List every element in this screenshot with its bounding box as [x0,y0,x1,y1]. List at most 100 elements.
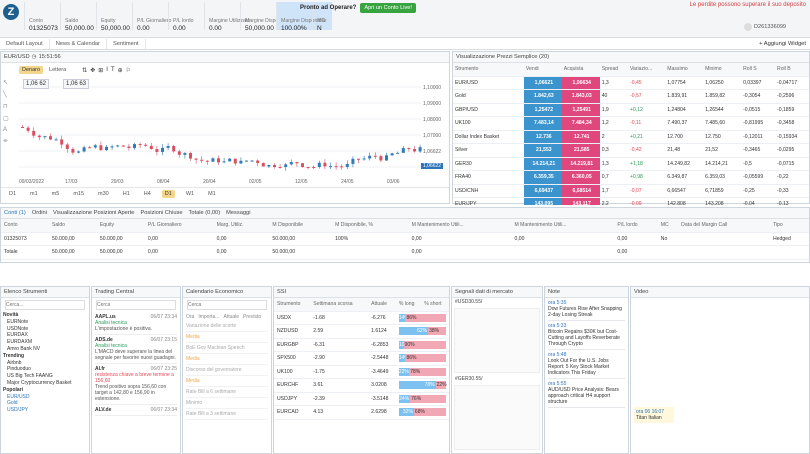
calendar-item[interactable]: Rate Bill a 6 settimane [186,387,268,398]
instrument-item[interactable]: EURDAX [7,332,89,339]
magnet-icon[interactable]: ⊓ [3,103,13,110]
chart-canvas[interactable]: 1,100001,090001,080001,070001,066221,050… [1,77,451,187]
account-header[interactable]: MC [657,219,679,233]
buy-price-badge[interactable]: 1,06 63 [63,79,90,89]
price-cell[interactable]: 6.359,35 [523,170,562,185]
ssi-header[interactable]: % long [395,298,422,312]
price-row[interactable]: EUR/JPY 143,095 143,117 2,2 -0,09 142,808 143,… [453,197,809,205]
trading-search-input[interactable] [96,300,176,310]
price-header[interactable]: Massimo [665,63,704,77]
price-row[interactable]: Gold 1.842,63 1.843,03 40 -0,57 1.839,91 1.859… [453,89,809,104]
price-row[interactable]: Silver 21,553 21,585 0,3 -0,42 21,48 21,52 -0,3… [453,143,809,158]
price-cell[interactable]: 1,06634 [561,76,600,90]
news-item[interactable]: ora 5:35 Dow Futures Rise After Snapping … [548,298,625,321]
user-menu[interactable]: D261336099 [744,20,810,34]
price-row[interactable]: UK100 7.483,14 7.484,34 1,2 -0,11 7.490,37 7.4… [453,116,809,131]
ssi-row[interactable]: EURCHF 3.61 3.0208 78% 22% [274,378,449,393]
account-header[interactable]: Data del Margin Call [678,219,770,233]
price-header[interactable]: Acquista [561,63,600,77]
timeframe-button[interactable]: m15 [70,190,87,198]
price-header[interactable]: Variazio... [628,63,666,77]
instrument-item[interactable]: EUR/USD [7,394,89,401]
account-tab[interactable]: Totale (0,00) [189,210,221,216]
instrument-search-input[interactable] [5,300,85,310]
instrument-item[interactable]: EURDAXM [7,339,89,346]
calendar-item[interactable]: Media [186,332,268,343]
calendar-item[interactable]: Media [186,376,268,387]
instrument-item[interactable]: USDNote [7,326,89,333]
account-row[interactable]: 01325073 50.000,00 50.000,00 0,00 0,00 50.000… [1,232,809,246]
price-cell[interactable]: 12.736 [523,130,562,144]
ssi-header[interactable]: Attuale [368,298,396,312]
menu-sentiment[interactable]: Sentiment [107,38,146,49]
calendar-header[interactable]: Previsto [243,314,261,320]
price-cell[interactable]: 1.842,63 [523,89,562,104]
instrument-item[interactable]: Novità [3,312,89,319]
price-cell[interactable]: 1,25472 [523,103,562,117]
trading-item[interactable]: ADS.de 06/07 23:15 Analisi tecnica L'MACD d… [95,335,177,364]
account-header[interactable]: Marg. Utiliz. [213,219,270,233]
price-cell[interactable]: 6,68514 [561,184,600,198]
account-header[interactable]: Saldo [48,219,97,233]
price-header[interactable]: Roll S [741,63,776,77]
price-cell[interactable]: 7.484,34 [561,116,600,131]
instrument-item[interactable]: Trending [3,353,89,360]
price-cell[interactable]: 14.214,21 [523,157,562,171]
news-item[interactable]: ora 5:55 AUD/USD Price Analysis: Bears ap… [548,379,625,408]
instrument-item[interactable]: USD/JPY [7,407,89,414]
menu-news-calendar[interactable]: News & Calendar [50,38,107,49]
timeframe-button[interactable]: D1 [6,190,19,198]
line-icon[interactable]: ╲ [3,91,13,98]
price-cell[interactable]: 1,06621 [523,76,562,90]
account-header[interactable]: Equity [96,219,145,233]
calendar-item[interactable]: Minimo [186,398,268,409]
price-cell[interactable]: 7.483,14 [523,116,562,131]
price-cell[interactable]: 21,585 [561,143,600,158]
instrument-item[interactable]: Airbnb [7,360,89,367]
trading-item[interactable]: ALV.de 06/07 23:34 [95,405,177,416]
ssi-row[interactable]: UK100 -1.75 -3.4649 22% 78% [274,365,449,379]
account-header[interactable]: M Mantenimento Utili... [511,219,615,233]
calendar-item[interactable]: Media [186,354,268,365]
timeframe-button[interactable]: D1 [161,189,175,198]
news-item[interactable]: ora 5:33 Bitcoin Regains $30K but Cost-Cu… [548,321,625,350]
price-row[interactable]: EUR/USD 1,06621 1,06634 1,3 -0,45 1,07754 1,06… [453,76,809,90]
price-cell[interactable]: 1,25491 [561,103,600,117]
news-item[interactable]: ora 5:48 Look Out For the U.S. Jobs Repor… [548,350,625,379]
toolbar-icon[interactable]: ⊕ [118,67,123,74]
shapes-icon[interactable]: ▢ [3,115,13,122]
account-header[interactable]: M Mantenimento Utili... [408,219,512,233]
tab-lettera[interactable]: Lettera [46,66,69,74]
price-header[interactable]: Spread [599,63,628,77]
ssi-header[interactable]: Settimana scorsa [310,298,369,312]
toolbar-icon[interactable]: ✥ [90,67,95,74]
timeframe-button[interactable]: W1 [183,190,197,198]
price-row[interactable]: USD/CNH 6,69437 6,68514 1,7 -0,07 6,66547 6,71… [453,184,809,198]
ssi-row[interactable]: SPX500 -2.90 -2.5448 14% 86% [274,351,449,366]
toolbar-icon[interactable]: ⇅ [82,67,87,74]
timeframe-button[interactable]: m5 [49,190,63,198]
price-cell[interactable]: 6.360,05 [561,170,600,185]
account-tab[interactable]: Posizioni Chiuse [140,210,182,216]
signal-chart-2[interactable] [454,385,540,450]
price-header[interactable]: Vendi [523,63,562,77]
price-row[interactable]: FRA40 6.359,35 6.360,05 0,7 +0,98 6.349,87 6.3… [453,170,809,185]
instrument-item[interactable]: Gold [7,400,89,407]
measure-icon[interactable]: ⌯ [3,138,13,145]
account-header[interactable]: M Disponibile [269,219,333,233]
account-tab[interactable]: Ordini [32,210,47,216]
ssi-row[interactable]: USDJPY -2.39 -3.5148 24% 76% [274,392,449,406]
ssi-row[interactable]: NZDUSD 2.59 1.6124 62% 38% [274,324,449,339]
calendar-item[interactable]: BoE Gov Maclean Speech [186,343,268,354]
timeframe-button[interactable]: H1 [120,190,133,198]
price-row[interactable]: Dollar Index Basket 12.736 12.741 2 +0,21 12.… [453,130,809,144]
video-card[interactable]: ora 06 16:07 Titan Italian [634,407,674,423]
instrument-item[interactable]: Pinduoduo [7,366,89,373]
toolbar-icon[interactable]: T [111,67,115,73]
sell-price-badge[interactable]: 1,06 62 [23,79,50,89]
toolbar-icon[interactable]: ⚐ [126,67,131,74]
cursor-icon[interactable]: ↖ [3,79,13,86]
timeframe-button[interactable]: m30 [95,190,112,198]
price-cell[interactable]: 14.219,81 [561,157,600,171]
toolbar-icon[interactable]: ⊞ [98,67,103,74]
